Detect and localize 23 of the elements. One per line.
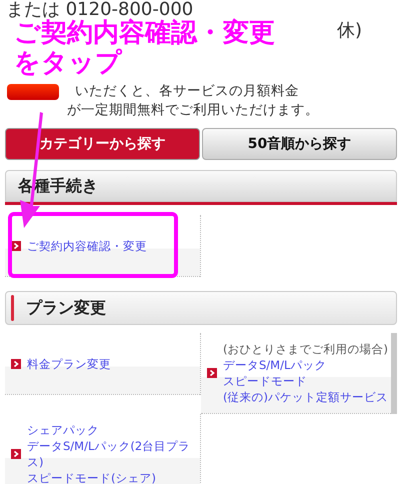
badge-icon [7,84,59,100]
link-text[interactable]: ご契約内容確認・変更 [27,238,147,254]
chevron-icon [11,449,21,459]
link-text[interactable]: スピードモード(シェア) [27,470,156,484]
notice-text: が一定期間無料でご利用いただけます。 [67,101,319,120]
link-text[interactable]: 料金プラン変更 [27,356,111,372]
link-text[interactable]: データS/M/Lパック(2台目プラス) [27,438,200,470]
accent-bar [11,295,14,321]
tab[interactable]: 50音順から探す [202,128,397,160]
link-text[interactable]: シェアパック [27,422,99,438]
chevron-icon [11,358,21,368]
chevron-icon [11,240,21,250]
notice-text: いただくと、各サービスの月額料金 [74,82,299,101]
callout-text: ご契約内容確認・変更 [14,18,275,48]
section-title: プラン変更 [26,297,106,319]
link-text[interactable]: データS/M/Lパック [223,357,326,373]
chevron-icon [207,368,217,378]
link-text[interactable]: スピードモード [223,373,307,389]
link-text[interactable]: (従来の)パケット定額サービス [223,389,388,405]
tab[interactable]: カテゴリーから探す [5,128,200,160]
note-text: (おひとりさまでご利用の場合) [223,341,388,357]
callout-text: をタップ [14,48,122,78]
hours-text: 休) [336,20,362,43]
